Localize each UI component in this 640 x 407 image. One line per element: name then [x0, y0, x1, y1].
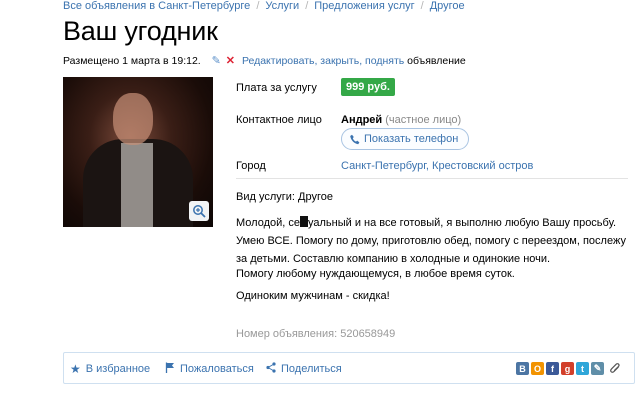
complain-button[interactable]: Пожаловаться [165, 362, 254, 376]
pencil-icon[interactable]: ✎ [212, 55, 221, 67]
city-label: Город [236, 160, 266, 172]
breadcrumb-all-ads-link[interactable]: Все объявления в Санкт-Петербурге [63, 0, 250, 12]
complain-label: Пожаловаться [180, 363, 254, 375]
show-phone-label: Показать телефон [364, 133, 459, 145]
close-icon[interactable]: ✕ [226, 55, 235, 67]
description-rest: Умею ВСЕ. Помогу по дому, приготовлю обе… [236, 235, 626, 265]
breadcrumb-service-offers-link[interactable]: Предложения услуг [314, 0, 414, 12]
share-label: Поделиться [281, 363, 342, 375]
zoom-icon[interactable] [189, 201, 209, 221]
breadcrumb-services-link[interactable]: Услуги [265, 0, 299, 12]
social-share-icons: В О f g t ✎ [516, 362, 621, 378]
share-button[interactable]: Поделиться [266, 362, 342, 376]
favorites-label: В избранное [85, 363, 151, 375]
breadcrumb-separator: / [305, 0, 309, 12]
attachment-icon[interactable] [610, 362, 621, 378]
breadcrumb-other-link[interactable]: Другое [430, 0, 465, 12]
city-link[interactable]: Санкт-Петербург, Крестовский остров [341, 160, 533, 172]
price-label: Плата за услугу [236, 82, 317, 94]
twitter-icon[interactable]: t [576, 362, 589, 375]
breadcrumb: Все объявления в Санкт-Петербурге / Услуги… [63, 0, 465, 12]
livejournal-icon[interactable]: ✎ [591, 362, 604, 375]
odnoklassniki-icon[interactable]: О [531, 362, 544, 375]
contact-person: Андрей (частное лицо) [341, 114, 461, 126]
ad-description: Молодой, се уальный и на все готовый, я в… [236, 214, 631, 268]
ad-actions-bar: ★ В избранное Пожаловаться Поделиться В О… [63, 352, 635, 384]
add-to-favorites-button[interactable]: ★ В избранное [70, 362, 150, 376]
ad-title: Ваш угодник [63, 16, 218, 46]
vk-icon[interactable]: В [516, 362, 529, 375]
google-plus-icon[interactable]: g [561, 362, 574, 375]
photo-shirt-shape [121, 143, 153, 227]
facebook-icon[interactable]: f [546, 362, 559, 375]
posted-date: Размещено 1 марта в 19:12. [63, 55, 201, 67]
censor-block [300, 216, 308, 227]
flag-icon [165, 362, 175, 376]
ad-number: Номер объявления: 520658949 [236, 328, 396, 340]
description-line-1: Молодой, се уальный и на все готовый, я в… [236, 214, 631, 232]
contact-label: Контактное лицо [236, 114, 322, 126]
phone-icon [350, 134, 360, 144]
contact-name: Андрей [341, 114, 383, 126]
section-divider [236, 178, 628, 179]
breadcrumb-separator: / [420, 0, 424, 12]
price-badge: 999 руб. [341, 78, 395, 96]
edit-suffix: объявление [404, 55, 466, 67]
share-icon [266, 362, 276, 376]
edit-ad-link[interactable]: Редактировать, закрыть, поднять [242, 55, 404, 67]
ad-paragraph-2: Помогу любому нуждающемуся, в любое врем… [236, 268, 515, 280]
star-icon: ★ [70, 362, 81, 376]
ad-paragraph-3: Одиноким мужчинам - скидка! [236, 290, 390, 302]
ad-meta: Размещено 1 марта в 19:12. ✎ ✕ Редактиро… [63, 54, 466, 67]
show-phone-button[interactable]: Показать телефон [341, 128, 470, 150]
breadcrumb-separator: / [256, 0, 260, 12]
contact-type: (частное лицо) [382, 114, 462, 126]
description-part-b: уальный и на все готовый, я выполню любу… [308, 217, 617, 229]
service-type: Вид услуги: Другое [236, 191, 333, 203]
photo-face-shape [113, 93, 153, 145]
description-part-a: Молодой, се [236, 217, 300, 229]
